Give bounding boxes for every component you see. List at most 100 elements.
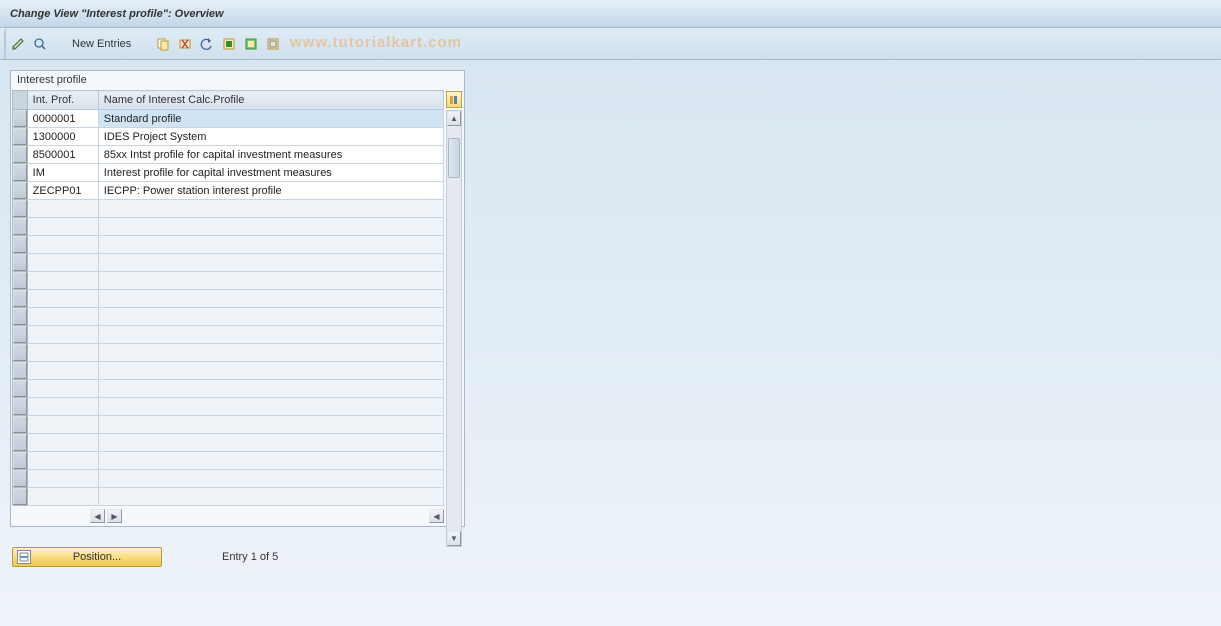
hscroll-col1-left[interactable]: ◀	[90, 509, 105, 523]
row-selector[interactable]	[13, 398, 27, 415]
select-block-icon[interactable]	[241, 34, 261, 54]
table-row-empty	[13, 434, 444, 452]
cell-name[interactable]	[98, 434, 443, 452]
table-row-empty	[13, 290, 444, 308]
cell-name[interactable]	[98, 272, 443, 290]
row-selector[interactable]	[13, 272, 27, 289]
row-selector[interactable]	[13, 416, 27, 433]
select-all-icon[interactable]	[219, 34, 239, 54]
cell-name[interactable]: Interest profile for capital investment …	[98, 164, 443, 182]
table-settings-button[interactable]	[446, 91, 462, 108]
cell-int-prof[interactable]: 0000001	[27, 110, 98, 128]
cell-name[interactable]	[98, 344, 443, 362]
cell-name[interactable]	[98, 362, 443, 380]
table-row-empty	[13, 470, 444, 488]
cell-int-prof[interactable]: 1300000	[27, 128, 98, 146]
row-selector-header[interactable]	[13, 91, 28, 110]
cell-name[interactable]	[98, 308, 443, 326]
cell-name[interactable]	[98, 290, 443, 308]
row-selector[interactable]	[13, 326, 27, 343]
hscroll-col1-right[interactable]: ▶	[107, 509, 122, 523]
cell-int-prof[interactable]	[27, 434, 98, 452]
cell-name[interactable]: IECPP: Power station interest profile	[98, 182, 443, 200]
cell-int-prof[interactable]	[27, 398, 98, 416]
cell-name[interactable]	[98, 218, 443, 236]
group-title: Interest profile	[11, 71, 464, 89]
cell-name[interactable]	[98, 380, 443, 398]
row-selector[interactable]	[13, 200, 27, 217]
table-row-empty	[13, 344, 444, 362]
delete-icon[interactable]	[175, 34, 195, 54]
cell-int-prof[interactable]	[27, 470, 98, 488]
footer: Position... Entry 1 of 5	[10, 547, 1211, 567]
hscroll-col2-left[interactable]: ◀	[429, 509, 444, 523]
row-selector[interactable]	[13, 164, 27, 181]
scroll-down-button[interactable]: ▼	[447, 531, 461, 546]
cell-int-prof[interactable]	[27, 254, 98, 272]
cell-int-prof[interactable]: 8500001	[27, 146, 98, 164]
table-row-empty	[13, 416, 444, 434]
row-selector[interactable]	[13, 308, 27, 325]
row-selector[interactable]	[13, 254, 27, 271]
cell-name[interactable]: IDES Project System	[98, 128, 443, 146]
row-selector[interactable]	[13, 110, 27, 127]
column-header-int-prof[interactable]: Int. Prof.	[27, 91, 98, 110]
cell-name[interactable]	[98, 452, 443, 470]
position-button[interactable]: Position...	[12, 547, 162, 567]
cell-int-prof[interactable]	[27, 236, 98, 254]
cell-int-prof[interactable]	[27, 290, 98, 308]
cell-int-prof[interactable]	[27, 362, 98, 380]
cell-name[interactable]	[98, 416, 443, 434]
cell-int-prof[interactable]: ZECPP01	[27, 182, 98, 200]
row-selector[interactable]	[13, 146, 27, 163]
cell-int-prof[interactable]	[27, 380, 98, 398]
table-container: Int. Prof. Name of Interest Calc.Profile…	[11, 89, 464, 526]
cell-int-prof[interactable]	[27, 200, 98, 218]
row-selector[interactable]	[13, 218, 27, 235]
cell-name[interactable]	[98, 326, 443, 344]
row-selector[interactable]	[13, 128, 27, 145]
table-row-empty	[13, 380, 444, 398]
cell-int-prof[interactable]	[27, 272, 98, 290]
row-selector[interactable]	[13, 182, 27, 199]
row-selector[interactable]	[13, 434, 27, 451]
row-selector[interactable]	[13, 488, 27, 505]
cell-name[interactable]	[98, 236, 443, 254]
toggle-change-icon[interactable]	[8, 34, 28, 54]
details-icon[interactable]	[30, 34, 50, 54]
row-selector[interactable]	[13, 290, 27, 307]
cell-name[interactable]: Standard profile	[98, 110, 443, 128]
row-selector[interactable]	[13, 236, 27, 253]
column-header-name[interactable]: Name of Interest Calc.Profile	[98, 91, 443, 110]
row-selector[interactable]	[13, 344, 27, 361]
copy-icon[interactable]	[153, 34, 173, 54]
cell-name[interactable]: 85xx Intst profile for capital investmen…	[98, 146, 443, 164]
scroll-thumb[interactable]	[448, 138, 460, 178]
cell-name[interactable]	[98, 398, 443, 416]
new-entries-button[interactable]: New Entries	[64, 36, 139, 52]
vertical-scrollbar[interactable]: ▲ ▼	[446, 110, 462, 547]
undo-icon[interactable]	[197, 34, 217, 54]
cell-int-prof[interactable]	[27, 308, 98, 326]
cell-int-prof[interactable]	[27, 218, 98, 236]
cell-int-prof[interactable]	[27, 326, 98, 344]
scroll-track[interactable]	[447, 126, 461, 531]
cell-int-prof[interactable]	[27, 344, 98, 362]
cell-name[interactable]	[98, 254, 443, 272]
cell-int-prof[interactable]: IM	[27, 164, 98, 182]
row-selector[interactable]	[13, 452, 27, 469]
cell-int-prof[interactable]	[27, 416, 98, 434]
row-selector[interactable]	[13, 362, 27, 379]
scroll-up-button[interactable]: ▲	[447, 111, 461, 126]
cell-name[interactable]	[98, 488, 443, 506]
row-selector[interactable]	[13, 380, 27, 397]
table-row: 850000185xx Intst profile for capital in…	[13, 146, 444, 164]
cell-int-prof[interactable]	[27, 488, 98, 506]
cell-int-prof[interactable]	[27, 452, 98, 470]
cell-name[interactable]	[98, 470, 443, 488]
position-icon	[17, 550, 31, 564]
cell-name[interactable]	[98, 200, 443, 218]
deselect-all-icon[interactable]	[263, 34, 283, 54]
row-selector[interactable]	[13, 470, 27, 487]
table-row-empty	[13, 272, 444, 290]
